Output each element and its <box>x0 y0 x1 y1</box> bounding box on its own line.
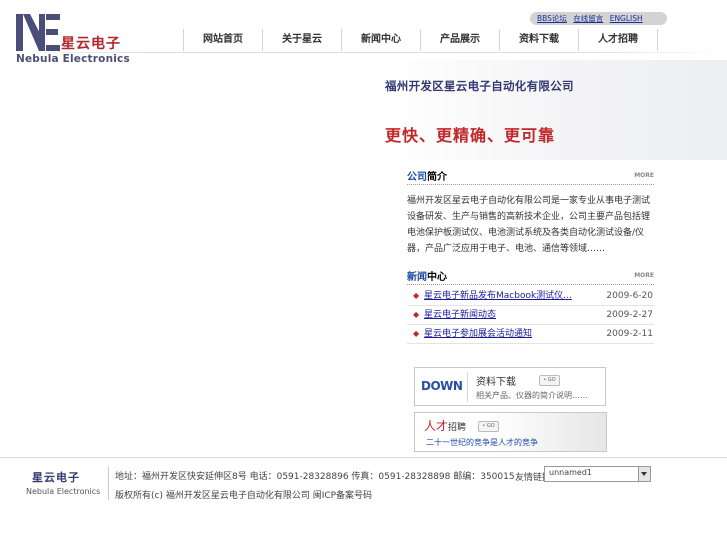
footer-logo-chinese: 星云电子 <box>32 471 80 484</box>
friend-links-select[interactable]: unnamed1 <box>544 466 651 482</box>
news-item: ◆ 星云电子参加展会活动通知 2009-2-11 <box>407 325 654 344</box>
news-item-link[interactable]: 星云电子新闻动态 <box>424 306 496 324</box>
company-name: 福州开发区星云电子自动化有限公司 <box>385 79 574 93</box>
news-item-link[interactable]: 星云电子新品发布Macbook测试仪... <box>424 287 572 305</box>
footer-address: 地址：福州开发区快安延伸区8号 电话：0591-28328896 传真：0591… <box>115 472 515 482</box>
english-link[interactable]: ENGLISH <box>610 14 643 23</box>
jobs-go-button[interactable]: • GO <box>478 421 499 432</box>
jobs-box[interactable]: 人才招聘 • GO 二十一世纪的竞争是人才的竞争 <box>414 412 607 452</box>
download-title: 资料下载 <box>476 377 516 388</box>
bullet-icon: ◆ <box>413 329 420 338</box>
header-divider <box>0 52 727 53</box>
bullet-icon: ◆ <box>413 310 420 319</box>
intro-title-a: 公司 <box>407 172 427 183</box>
main-nav: 网站首页 关于星云 新闻中心 产品展示 资料下载 人才招聘 <box>183 29 658 51</box>
news-more-link[interactable]: MORE <box>634 272 654 279</box>
nav-item-about[interactable]: 关于星云 <box>263 29 341 51</box>
nav-item-home[interactable]: 网站首页 <box>184 29 262 51</box>
intro-title-b: 简介 <box>427 172 447 183</box>
download-go-button[interactable]: • GO <box>539 375 560 386</box>
intro-title: 公司简介 <box>407 172 447 183</box>
friend-links-selected-value: unnamed1 <box>549 468 592 477</box>
top-links-bar: BBS论坛 在线留言 ENGLISH <box>530 12 667 25</box>
footer-vertical-divider <box>108 466 109 500</box>
intro-text: 福州开发区星云电子自动化有限公司是一家专业从事电子测试设备研发、生产与销售的高新… <box>407 196 651 254</box>
news-item-date: 2009-2-11 <box>606 329 653 339</box>
nav-divider <box>657 29 658 51</box>
jobs-title-small: 招聘 <box>448 423 467 433</box>
news-item: ◆ 星云电子新品发布Macbook测试仪... 2009-6-20 <box>407 287 654 306</box>
footer-copyright: 版权所有(c) 福州开发区星云电子自动化有限公司 闽ICP备案号码 <box>115 491 373 501</box>
footer-divider <box>0 457 727 458</box>
news-title-a: 新闻 <box>407 272 427 283</box>
news-heading: 新闻中心 MORE <box>407 268 654 285</box>
guestbook-link[interactable]: 在线留言 <box>573 14 603 23</box>
download-desc: 相关产品、仪器的简介说明…… <box>476 391 588 400</box>
news-item-date: 2009-6-20 <box>606 291 653 301</box>
site-logo[interactable]: 星云电子 Nebula Electronics <box>15 13 135 65</box>
bbs-link[interactable]: BBS论坛 <box>537 14 567 23</box>
logo-chinese-name: 星云电子 <box>61 36 121 52</box>
news-list: ◆ 星云电子新品发布Macbook测试仪... 2009-6-20 ◆ 星云电子… <box>407 287 654 344</box>
download-logo: DOWN <box>421 379 463 393</box>
logo-english-name: Nebula Electronics <box>16 53 130 65</box>
jobs-title: 人才招聘 <box>424 417 466 434</box>
slogan: 更快、更精确、更可靠 <box>385 126 556 145</box>
nav-item-downloads[interactable]: 资料下载 <box>500 29 578 51</box>
nav-item-news[interactable]: 新闻中心 <box>342 29 420 51</box>
intro-more-link[interactable]: MORE <box>634 172 654 179</box>
jobs-desc: 二十一世纪的竞争是人才的竞争 <box>426 438 538 447</box>
news-item-link[interactable]: 星云电子参加展会活动通知 <box>424 325 532 343</box>
download-divider <box>467 372 468 402</box>
news-item-date: 2009-2-27 <box>606 310 653 320</box>
nebula-logo-icon <box>16 14 60 51</box>
news-item: ◆ 星云电子新闻动态 2009-2-27 <box>407 306 654 325</box>
news-title-b: 中心 <box>427 272 447 283</box>
nav-item-jobs[interactable]: 人才招聘 <box>579 29 657 51</box>
news-title: 新闻中心 <box>407 272 447 283</box>
footer-logo-english: Nebula Electronics <box>26 487 101 496</box>
chevron-down-icon[interactable] <box>638 467 650 481</box>
bullet-icon: ◆ <box>413 291 420 300</box>
download-box[interactable]: DOWN 资料下载 • GO 相关产品、仪器的简介说明…… <box>414 367 606 406</box>
intro-heading: 公司简介 MORE <box>407 168 654 185</box>
jobs-title-big: 人才 <box>424 419 449 433</box>
nav-item-products[interactable]: 产品展示 <box>421 29 499 51</box>
